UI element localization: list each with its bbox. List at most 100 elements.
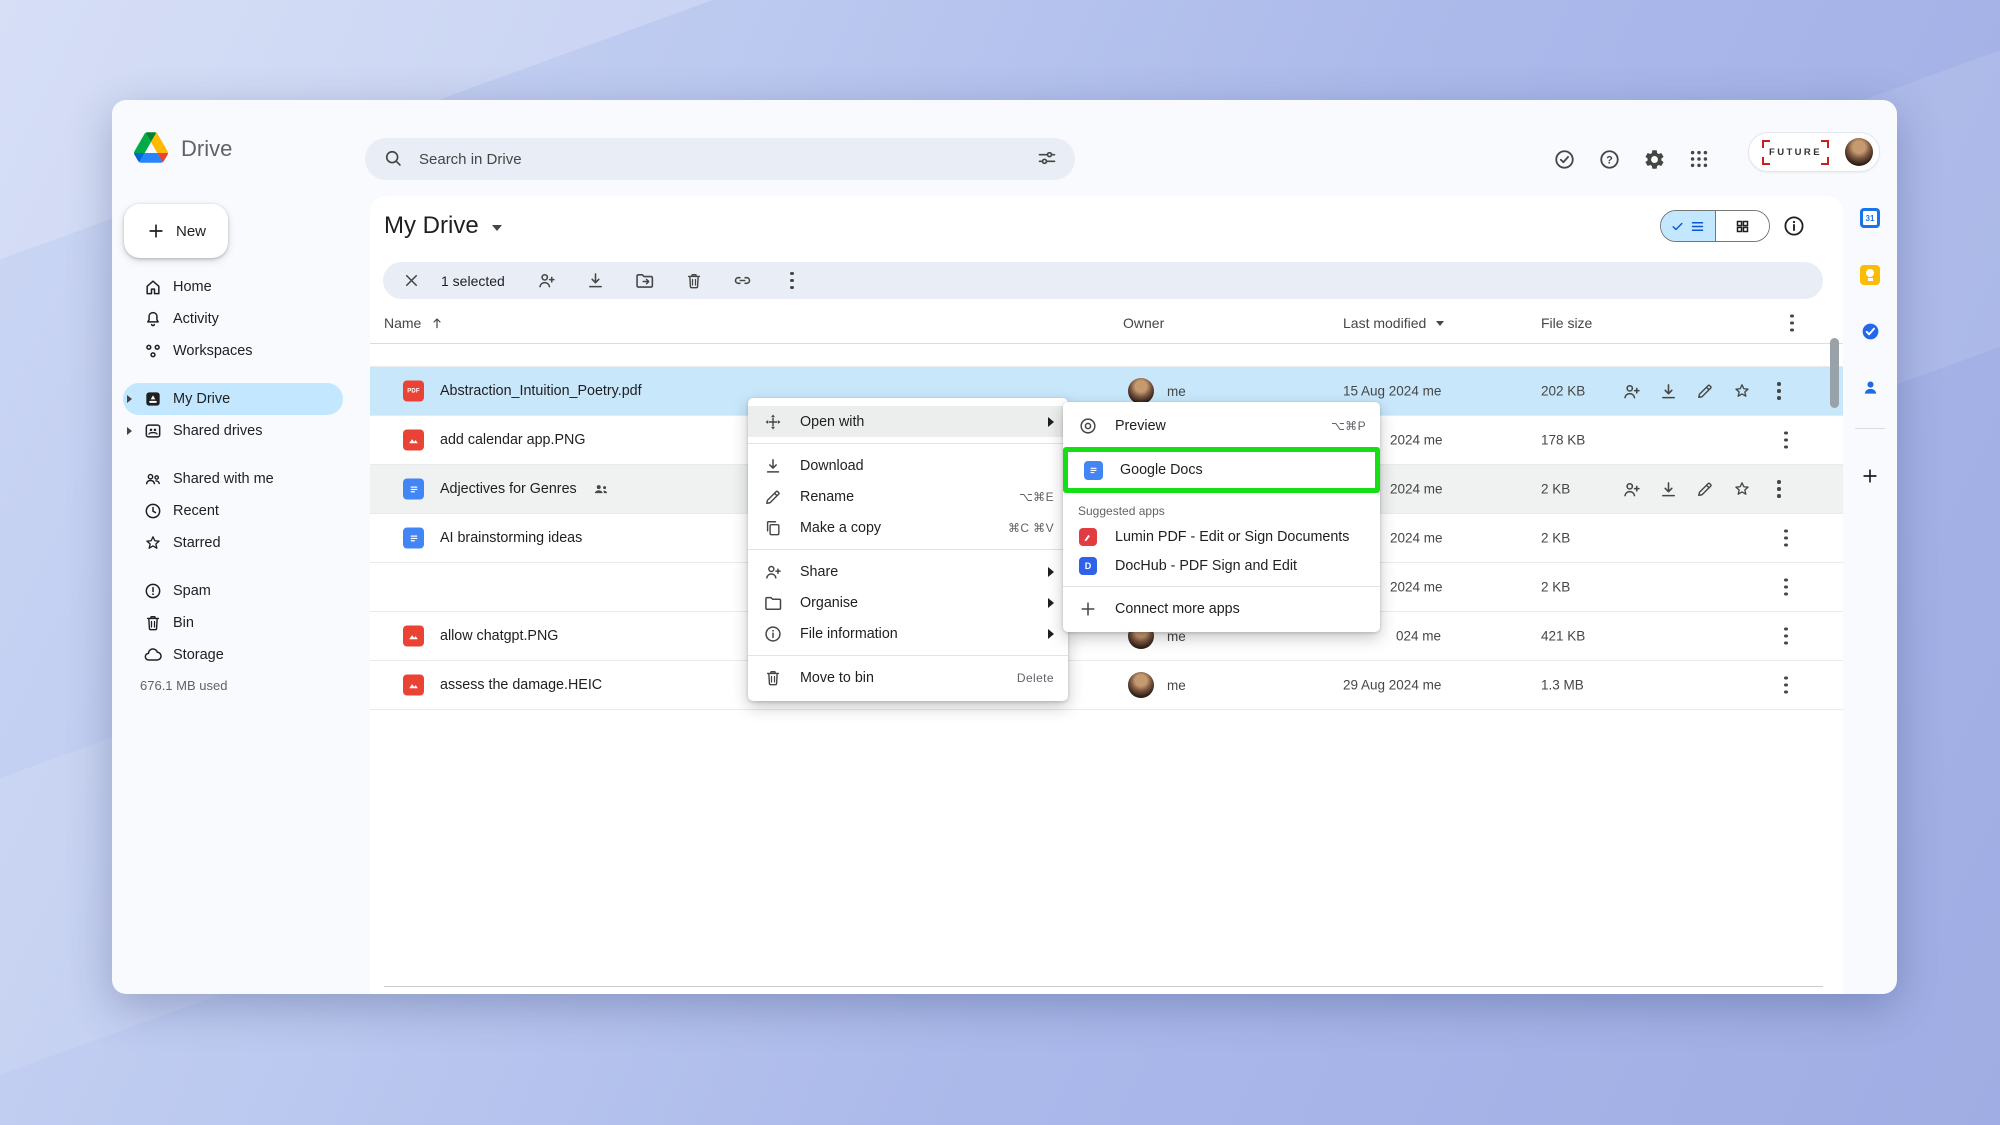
- expand-caret-icon[interactable]: [127, 427, 132, 435]
- view-toggle[interactable]: [1660, 210, 1770, 242]
- advanced-search-icon[interactable]: [1037, 148, 1057, 171]
- docs-file-icon: [403, 478, 424, 500]
- row-share-icon[interactable]: [1620, 478, 1642, 500]
- get-add-ons-icon[interactable]: [1859, 465, 1881, 487]
- scrollbar-thumb[interactable]: [1830, 338, 1839, 408]
- sidebar-item-workspaces[interactable]: Workspaces: [123, 335, 343, 367]
- rail-divider: [1855, 428, 1885, 429]
- sidebar-item-activity[interactable]: Activity: [123, 303, 343, 335]
- account-badge[interactable]: FUTURE: [1748, 132, 1880, 172]
- help-icon[interactable]: ?: [1597, 147, 1621, 171]
- shortcut-label: Delete: [1016, 670, 1054, 685]
- trash-icon: [763, 668, 783, 688]
- offline-status-icon[interactable]: [1552, 147, 1576, 171]
- row-star-icon[interactable]: [1731, 380, 1753, 402]
- share-add-person-icon[interactable]: [536, 270, 558, 292]
- lumin-pdf-icon: [1078, 527, 1098, 547]
- settings-gear-icon[interactable]: [1642, 147, 1666, 171]
- docs-file-icon: [403, 527, 424, 549]
- keep-icon[interactable]: [1859, 264, 1881, 286]
- sidebar: New Home Activity Workspaces My Drive Sh…: [112, 196, 370, 994]
- column-last-modified[interactable]: Last modified: [1343, 315, 1445, 331]
- move-to-folder-icon[interactable]: [634, 270, 656, 292]
- details-info-icon[interactable]: [1782, 214, 1806, 241]
- menu-item-make-a-copy[interactable]: Make a copy ⌘C ⌘V: [748, 512, 1068, 543]
- search-input[interactable]: Search in Drive: [419, 151, 522, 168]
- contacts-icon[interactable]: [1859, 376, 1881, 398]
- expand-caret-icon[interactable]: [127, 395, 132, 403]
- submenu-item-dochub[interactable]: D DocHub - PDF Sign and Edit: [1063, 551, 1380, 580]
- more-actions-icon[interactable]: [781, 270, 803, 292]
- owner-avatar: [1128, 378, 1154, 404]
- sidebar-item-home[interactable]: Home: [123, 271, 343, 303]
- owner-label: me: [1167, 383, 1186, 399]
- column-name[interactable]: Name: [384, 315, 445, 331]
- get-link-icon[interactable]: [732, 270, 754, 292]
- google-apps-grid-icon[interactable]: [1687, 147, 1711, 171]
- rename-pencil-icon: [763, 487, 783, 507]
- menu-item-open-with[interactable]: Open with: [748, 406, 1068, 437]
- row-share-icon[interactable]: [1620, 380, 1642, 402]
- row-download-icon[interactable]: [1657, 478, 1679, 500]
- submenu-arrow-icon: [1048, 566, 1054, 577]
- submenu-item-preview[interactable]: Preview ⌥⌘P: [1063, 410, 1380, 441]
- row-rename-icon[interactable]: [1694, 380, 1716, 402]
- menu-item-file-information[interactable]: File information: [748, 618, 1068, 649]
- profile-avatar[interactable]: [1845, 138, 1873, 166]
- menu-divider: [1063, 586, 1380, 587]
- row-more-icon[interactable]: [1784, 430, 1788, 451]
- clear-selection-icon[interactable]: [400, 270, 422, 292]
- menu-item-share[interactable]: Share: [748, 556, 1068, 587]
- sidebar-item-spam[interactable]: Spam: [123, 575, 343, 607]
- sidebar-item-recent[interactable]: Recent: [123, 495, 343, 527]
- menu-item-download[interactable]: Download: [748, 450, 1068, 481]
- shortcut-label: ⌥⌘P: [1330, 418, 1366, 433]
- sidebar-item-shared-drives[interactable]: Shared drives: [123, 415, 343, 447]
- new-button-label: New: [175, 222, 206, 240]
- drive-brand[interactable]: Drive: [134, 132, 232, 166]
- file-row-assess-the-damage-heic[interactable]: assess the damage.HEIC me 29 Aug 2024 me…: [370, 661, 1843, 710]
- column-file-size[interactable]: File size: [1541, 315, 1592, 331]
- sidebar-item-storage[interactable]: Storage: [123, 639, 343, 671]
- plus-icon: [1078, 599, 1098, 619]
- column-owner[interactable]: Owner: [1123, 315, 1164, 331]
- image-file-icon: [403, 674, 424, 696]
- sidebar-item-shared-with-me[interactable]: Shared with me: [123, 463, 343, 495]
- sidebar-item-my-drive[interactable]: My Drive: [123, 383, 343, 415]
- context-menu: Open with Download Rename ⌥⌘E Make a cop…: [748, 398, 1068, 701]
- sidebar-item-starred[interactable]: Starred: [123, 527, 343, 559]
- workspace-logo-text: FUTURE: [1769, 146, 1822, 158]
- row-more-icon[interactable]: [1768, 478, 1790, 500]
- title-dropdown-caret-icon[interactable]: [491, 225, 502, 231]
- row-star-icon[interactable]: [1731, 478, 1753, 500]
- tasks-icon[interactable]: [1859, 320, 1881, 342]
- calendar-icon[interactable]: 31: [1859, 207, 1881, 229]
- row-more-icon[interactable]: [1784, 675, 1788, 696]
- search-bar[interactable]: Search in Drive: [365, 138, 1075, 180]
- submenu-item-connect-more-apps[interactable]: Connect more apps: [1063, 593, 1380, 624]
- row-more-icon[interactable]: [1768, 380, 1790, 402]
- row-more-icon[interactable]: [1784, 626, 1788, 647]
- page-title[interactable]: My Drive: [384, 212, 502, 240]
- submenu-item-google-docs[interactable]: Google Docs: [1068, 452, 1375, 488]
- trash-icon: [143, 613, 163, 633]
- menu-item-move-to-bin[interactable]: Move to bin Delete: [748, 662, 1068, 693]
- new-button[interactable]: New: [124, 204, 228, 258]
- file-name: Adjectives for Genres: [440, 481, 577, 497]
- list-view-button[interactable]: [1661, 211, 1715, 241]
- last-modified-label: 15 Aug 2024 me: [1343, 383, 1442, 399]
- menu-item-rename[interactable]: Rename ⌥⌘E: [748, 481, 1068, 512]
- sidebar-item-bin[interactable]: Bin: [123, 607, 343, 639]
- row-rename-icon[interactable]: [1694, 478, 1716, 500]
- row-more-icon[interactable]: [1784, 577, 1788, 598]
- trash-icon[interactable]: [683, 270, 705, 292]
- menu-item-organise[interactable]: Organise: [748, 587, 1068, 618]
- cloud-icon: [143, 645, 163, 665]
- download-icon[interactable]: [585, 270, 607, 292]
- row-more-icon[interactable]: [1784, 528, 1788, 549]
- menu-divider: [748, 443, 1068, 444]
- column-settings-icon[interactable]: [1790, 313, 1794, 334]
- submenu-item-lumin-pdf[interactable]: Lumin PDF - Edit or Sign Documents: [1063, 522, 1380, 551]
- grid-view-button[interactable]: [1714, 211, 1769, 241]
- row-download-icon[interactable]: [1657, 380, 1679, 402]
